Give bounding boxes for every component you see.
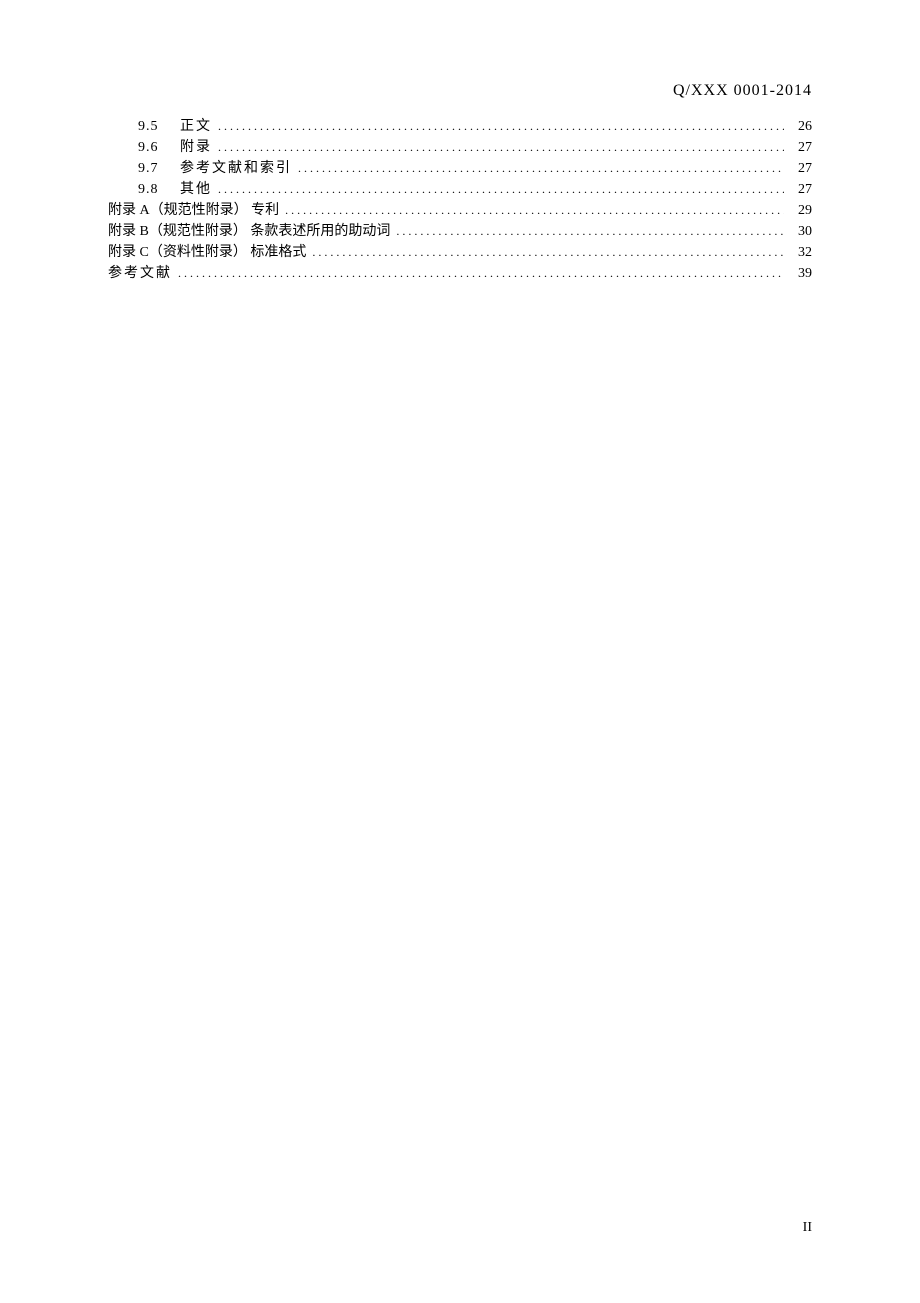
toc-entry: 附录 A（规范性附录） 专利 .........................… (108, 200, 812, 221)
toc-entry: 附录 B（规范性附录） 条款表述所用的助动词 .................… (108, 221, 812, 242)
toc-entry: 9.5正文 ..................................… (108, 116, 812, 137)
toc-leader-dots: ........................................… (218, 137, 784, 158)
toc-leader-dots: ........................................… (298, 158, 784, 179)
toc-title: 附录 B（规范性附录） 条款表述所用的助动词 (108, 221, 390, 242)
toc-page-number: 26 (790, 116, 812, 137)
page-header: Q/XXX 0001-2014 (673, 82, 812, 100)
toc-title: 参考文献 (108, 263, 172, 284)
toc-entry: 9.6附录 ..................................… (108, 137, 812, 158)
toc-number: 9.5 (138, 116, 180, 137)
table-of-contents: 9.5正文 ..................................… (108, 116, 812, 284)
toc-title: 参考文献和索引 (180, 158, 292, 179)
toc-title: 附录 A（规范性附录） 专利 (108, 200, 279, 221)
toc-entry: 附录 C（资料性附录） 标准格式 .......................… (108, 242, 812, 263)
toc-page-number: 27 (790, 158, 812, 179)
toc-page-number: 39 (790, 263, 812, 284)
toc-leader-dots: ........................................… (312, 242, 784, 263)
toc-leader-dots: ........................................… (396, 221, 784, 242)
toc-title: 其他 (180, 179, 212, 200)
toc-page-number: 30 (790, 221, 812, 242)
toc-page-number: 32 (790, 242, 812, 263)
toc-page-number: 27 (790, 179, 812, 200)
page-number: II (803, 1220, 812, 1235)
toc-title: 正文 (180, 116, 212, 137)
toc-entry: 参考文献 ...................................… (108, 263, 812, 284)
toc-title: 附录 C（资料性附录） 标准格式 (108, 242, 306, 263)
toc-entry: 9.8其他 ..................................… (108, 179, 812, 200)
toc-page-number: 29 (790, 200, 812, 221)
toc-number: 9.6 (138, 137, 180, 158)
toc-title: 附录 (180, 137, 212, 158)
toc-page-number: 27 (790, 137, 812, 158)
doc-code: Q/XXX 0001-2014 (673, 82, 812, 99)
toc-leader-dots: ........................................… (218, 179, 784, 200)
toc-leader-dots: ........................................… (218, 116, 784, 137)
toc-number: 9.8 (138, 179, 180, 200)
toc-entry: 9.7参考文献和索引 .............................… (108, 158, 812, 179)
page-footer: II (803, 1220, 812, 1236)
toc-leader-dots: ........................................… (178, 263, 784, 284)
toc-number: 9.7 (138, 158, 180, 179)
toc-leader-dots: ........................................… (285, 200, 784, 221)
